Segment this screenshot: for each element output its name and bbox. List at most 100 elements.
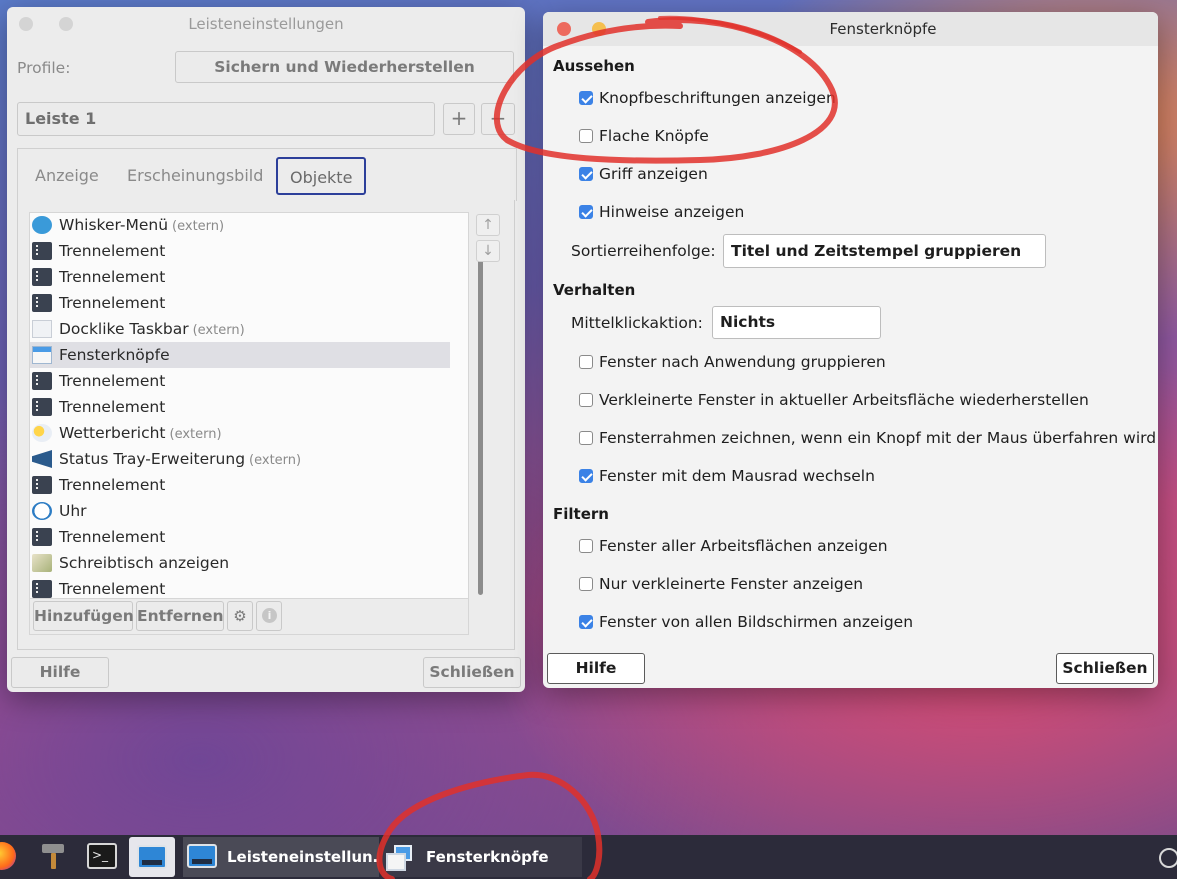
minimize-window-icon[interactable] [592, 22, 606, 36]
checkbox-option[interactable]: Griff anzeigen [579, 163, 708, 185]
item-settings-button[interactable]: ⚙ [227, 601, 253, 631]
checkbox-checked-icon[interactable] [579, 469, 593, 483]
list-item[interactable]: Trennelement [30, 290, 450, 316]
tab-objekte[interactable]: Objekte [276, 157, 367, 195]
list-item[interactable]: Uhr [30, 498, 450, 524]
checkbox-option[interactable]: Nur verkleinerte Fenster anzeigen [579, 573, 863, 595]
checkbox-option[interactable]: Knopfbeschriftungen anzeigen [579, 87, 836, 109]
checkbox-option[interactable]: Fenster aller Arbeitsflächen anzeigen [579, 535, 888, 557]
minimize-window-icon[interactable] [59, 17, 73, 31]
window-title: Fensterknöpfe [829, 20, 937, 38]
sort-order-select[interactable]: Titel und Zeitstempel gruppieren [723, 234, 1046, 268]
close-window-icon[interactable] [19, 17, 33, 31]
move-up-button[interactable]: ↑ [476, 214, 500, 236]
extern-tag: (extern) [169, 427, 222, 442]
hammer-tools-icon[interactable] [38, 840, 70, 872]
separator-icon [32, 242, 52, 260]
checkbox-checked-icon[interactable] [579, 167, 593, 181]
profile-label: Profile: [17, 59, 71, 77]
task-panel-settings[interactable]: Leisteneinstellun… [183, 837, 379, 877]
list-item[interactable]: Fensterknöpfe [30, 342, 450, 368]
backup-restore-button[interactable]: Sichern und Wiederherstellen [175, 51, 514, 83]
weather-icon [32, 424, 52, 442]
list-item[interactable]: Schreibtisch anzeigen [30, 550, 450, 576]
checkbox-option[interactable]: Fensterrahmen zeichnen, wenn ein Knopf m… [579, 427, 1156, 449]
terminal-icon[interactable]: >_ [87, 843, 117, 869]
task-window-buttons[interactable]: Fensterknöpfe [382, 837, 582, 877]
help-button[interactable]: Hilfe [547, 653, 645, 684]
checkbox-unchecked-icon[interactable] [579, 577, 593, 591]
remove-item-button[interactable]: Entfernen [136, 601, 224, 631]
help-button[interactable]: Hilfe [11, 657, 109, 688]
checkbox-option[interactable]: Fenster von allen Bildschirmen anzeigen [579, 611, 913, 633]
list-item-label: Trennelement [59, 580, 166, 598]
list-item[interactable]: Trennelement [30, 472, 450, 498]
panel-settings-titlebar[interactable]: Leisteneinstellungen [7, 7, 525, 41]
search-icon[interactable] [1159, 848, 1177, 868]
panel-settings-window: Leisteneinstellungen Profile: Sichern un… [7, 7, 525, 692]
separator-icon [32, 398, 52, 416]
checkbox-unchecked-icon[interactable] [579, 393, 593, 407]
close-window-icon[interactable] [557, 22, 571, 36]
panel-settings-launcher[interactable] [129, 837, 175, 877]
list-item[interactable]: Trennelement [30, 524, 450, 550]
item-info-button[interactable]: i [256, 601, 282, 631]
checkbox-checked-icon[interactable] [579, 91, 593, 105]
checkbox-unchecked-icon[interactable] [579, 539, 593, 553]
checkbox-checked-icon[interactable] [579, 615, 593, 629]
arrow-down-icon: ↓ [482, 243, 494, 259]
taskbar: >_ Leisteneinstellun… Fensterknöpfe [0, 835, 1177, 879]
window-buttons-dialog: Fensterknöpfe Aussehen Knopfbeschriftung… [543, 12, 1158, 688]
list-item-label: Docklike Taskbar [59, 320, 189, 338]
middle-click-select[interactable]: Nichts [712, 306, 881, 339]
checkbox-checked-icon[interactable] [579, 205, 593, 219]
checkbox-option[interactable]: Verkleinerte Fenster in aktueller Arbeit… [579, 389, 1089, 411]
window-buttons-titlebar[interactable]: Fensterknöpfe [543, 12, 1158, 46]
section-filter: Filtern [553, 505, 609, 523]
panel-select[interactable]: Leiste 1 [17, 102, 435, 136]
clock-icon [32, 502, 52, 520]
list-item[interactable]: Status Tray-Erweiterung (extern) [30, 446, 450, 472]
sort-order-label: Sortierreihenfolge: [571, 242, 716, 260]
extern-tag: (extern) [249, 453, 302, 468]
panel-items-list[interactable]: Whisker-Menü (extern) Trennelement Trennele… [29, 212, 483, 599]
list-item[interactable]: Docklike Taskbar (extern) [30, 316, 450, 342]
close-button[interactable]: Schließen [423, 657, 521, 688]
list-item[interactable]: Trennelement [30, 368, 450, 394]
tab-erscheinungsbild[interactable]: Erscheinungsbild [127, 157, 263, 195]
section-appearance: Aussehen [553, 57, 635, 75]
remove-panel-button[interactable]: − [481, 103, 515, 135]
list-item[interactable]: Trennelement [30, 238, 450, 264]
desktop-icon [32, 554, 52, 572]
taskbar-icon [32, 320, 52, 338]
checkbox-label: Flache Knöpfe [599, 127, 709, 145]
add-item-button[interactable]: Hinzufügen [33, 601, 134, 631]
window-title: Leisteneinstellungen [188, 15, 344, 33]
list-scrollbar[interactable] [478, 243, 483, 595]
checkbox-unchecked-icon[interactable] [579, 355, 593, 369]
list-item[interactable]: Wetterbericht (extern) [30, 420, 450, 446]
checkbox-unchecked-icon[interactable] [579, 129, 593, 143]
monitor-icon [187, 844, 217, 868]
arrow-up-icon: ↑ [482, 217, 494, 233]
list-item-label: Whisker-Menü [59, 216, 169, 234]
firefox-icon[interactable] [0, 842, 16, 870]
tab-anzeige[interactable]: Anzeige [35, 157, 99, 195]
separator-icon [32, 294, 52, 312]
close-button[interactable]: Schließen [1056, 653, 1154, 684]
megaphone-icon [32, 450, 52, 468]
list-item[interactable]: Trennelement [30, 394, 450, 420]
checkbox-option[interactable]: Fenster nach Anwendung gruppieren [579, 351, 886, 373]
list-item-label: Trennelement [59, 372, 166, 390]
checkbox-option[interactable]: Hinweise anzeigen [579, 201, 744, 223]
list-item[interactable]: Trennelement [30, 264, 450, 290]
checkbox-option[interactable]: Fenster mit dem Mausrad wechseln [579, 465, 875, 487]
list-item[interactable]: Whisker-Menü (extern) [30, 212, 450, 238]
add-panel-button[interactable]: + [443, 103, 475, 135]
checkbox-label: Fenster nach Anwendung gruppieren [599, 353, 886, 371]
checkbox-unchecked-icon[interactable] [579, 431, 593, 445]
list-item-label: Schreibtisch anzeigen [59, 554, 230, 572]
move-down-button[interactable]: ↓ [476, 240, 500, 262]
checkbox-option[interactable]: Flache Knöpfe [579, 125, 709, 147]
checkbox-label: Fenster aller Arbeitsflächen anzeigen [599, 537, 888, 555]
